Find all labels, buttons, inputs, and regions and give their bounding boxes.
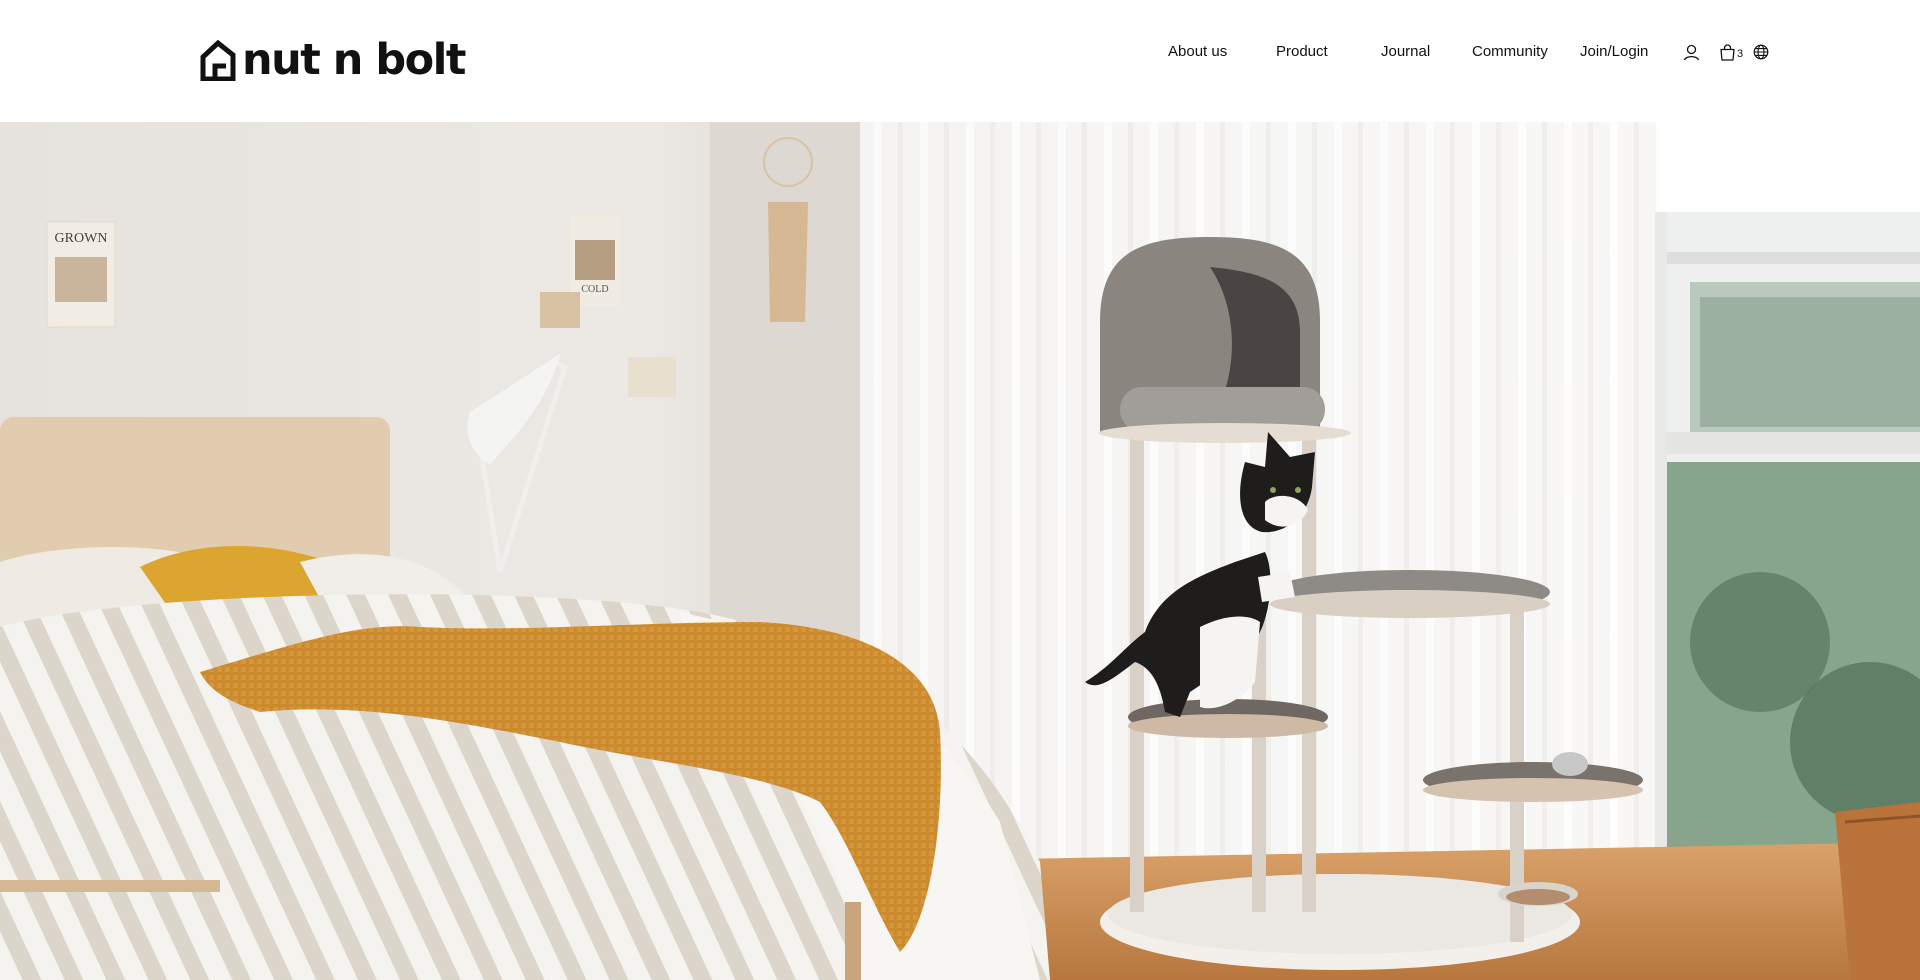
cart-count-badge: 3 <box>1737 48 1744 60</box>
nav-about-us[interactable]: About us <box>1168 42 1227 62</box>
site-header: nut n bolt About us Product Journal Comm… <box>0 0 1920 122</box>
nav-product[interactable]: Product <box>1276 42 1328 62</box>
poster-text-cold: COLD <box>581 284 608 295</box>
cart-button[interactable]: 3 <box>1719 42 1743 62</box>
poster-text-grown: GROWN <box>55 231 108 246</box>
globe-icon[interactable] <box>1753 42 1769 62</box>
nav-journal[interactable]: Journal <box>1381 42 1430 62</box>
hero-photo: GROWN COLD <box>0 122 1920 980</box>
main-nav: About us Product Journal Community Join/… <box>0 0 1920 106</box>
user-icon[interactable] <box>1683 42 1700 62</box>
nav-join-login[interactable]: Join/Login <box>1580 42 1648 62</box>
hero-banner: GROWN COLD <box>0 122 1920 980</box>
shopping-bag-icon <box>1720 43 1735 61</box>
nav-community[interactable]: Community <box>1472 42 1548 62</box>
